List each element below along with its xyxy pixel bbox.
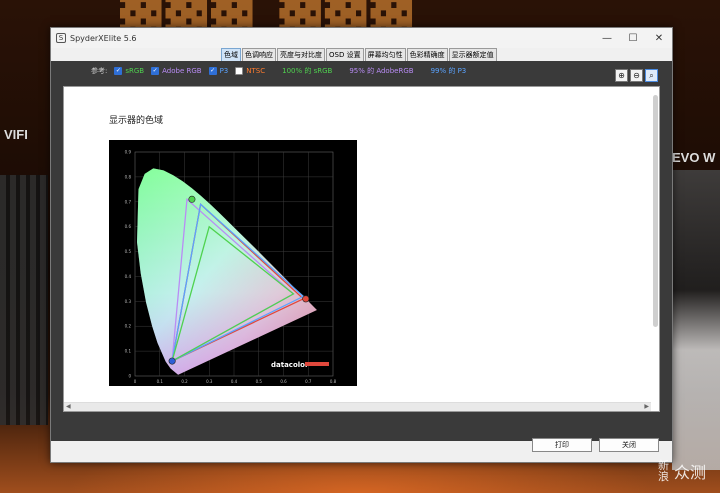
watermark: 新浪 众测 bbox=[658, 459, 706, 483]
coverage-stat-2: 99% 的 P3 bbox=[430, 67, 467, 75]
y-tick-label: 0.6 bbox=[125, 224, 132, 229]
print-button[interactable]: 打印 bbox=[532, 438, 592, 452]
close-button[interactable]: 关闭 bbox=[599, 438, 659, 452]
x-tick-label: 0 bbox=[134, 379, 137, 384]
panel-title: 显示器的色域 bbox=[109, 116, 164, 126]
minimize-button[interactable]: — bbox=[594, 28, 620, 48]
reference-label-0: sRGB bbox=[125, 67, 145, 75]
zoom-in-button[interactable]: ⊕ bbox=[615, 69, 628, 82]
y-tick-label: 0.5 bbox=[125, 249, 132, 254]
x-tick-label: 0.2 bbox=[181, 379, 188, 384]
gamut-chart: 0 0.1 0.2 0.3 0.4 0.5 0.6 0.7 0.8 0 0.1 0.2 0.3 0.4 0.… bbox=[109, 140, 357, 386]
x-tick-label: 0.7 bbox=[305, 379, 312, 384]
y-tick-label: 0.3 bbox=[125, 299, 132, 304]
primary-marker-0 bbox=[302, 295, 310, 303]
motherboard-right bbox=[672, 170, 720, 470]
vertical-scrollbar[interactable] bbox=[651, 87, 659, 403]
x-tick-label: 0.3 bbox=[206, 379, 213, 384]
window-title: SpyderXElite 5.6 bbox=[70, 33, 137, 43]
coverage-stat-0: 100% 的 sRGB bbox=[282, 67, 333, 75]
x-tick-label: 0.8 bbox=[330, 379, 337, 384]
minimize-icon: — bbox=[602, 32, 612, 44]
title-bar[interactable]: S SpyderXElite 5.6 — ☐ ✕ bbox=[51, 28, 672, 48]
primary-marker-2 bbox=[168, 357, 176, 365]
y-tick-label: 0.8 bbox=[125, 174, 132, 179]
reference-checkbox-2[interactable]: ✓ bbox=[208, 67, 217, 75]
x-tick-label: 0.6 bbox=[280, 379, 287, 384]
y-tick-label: 0 bbox=[128, 374, 131, 379]
y-tick-label: 0.4 bbox=[125, 274, 132, 279]
x-tick-label: 0.5 bbox=[256, 379, 263, 384]
y-tick-label: 0.7 bbox=[125, 199, 132, 204]
reference-label-3: NTSC bbox=[246, 67, 266, 75]
scroll-left-icon[interactable]: ◀ bbox=[66, 403, 71, 411]
close-window-button[interactable]: ✕ bbox=[646, 28, 672, 48]
y-tick-label: 0.2 bbox=[125, 324, 132, 329]
reference-checkbox-1[interactable]: ✓ bbox=[151, 67, 160, 75]
watermark-text: 众测 bbox=[673, 463, 706, 482]
tab-0[interactable]: 色域 bbox=[221, 48, 241, 61]
maximize-button[interactable]: ☐ bbox=[620, 28, 646, 48]
reference-label-1: Adobe RGB bbox=[162, 67, 202, 75]
reference-label: 参考: bbox=[91, 67, 108, 75]
horizontal-scrollbar[interactable]: ◀ ▶ bbox=[64, 402, 651, 411]
reference-label-2: P3 bbox=[219, 67, 229, 75]
spectral-locus-overlay bbox=[137, 168, 317, 375]
primary-marker-1 bbox=[188, 195, 196, 203]
tab-6[interactable]: 显示器额定值 bbox=[448, 48, 497, 61]
tab-1[interactable]: 色调响应 bbox=[242, 48, 276, 61]
chart-brand-bar bbox=[305, 362, 329, 366]
zoom-out-button[interactable]: ⊖ bbox=[630, 69, 643, 82]
motherboard-left bbox=[0, 175, 48, 425]
zoom-in-icon: ⊕ bbox=[618, 71, 625, 80]
chart-brand: datacolor bbox=[271, 361, 309, 369]
background-label-right: EVO W bbox=[672, 150, 716, 165]
zoom-fit-icon: ⌕ bbox=[649, 70, 654, 80]
reference-checkbox-3[interactable] bbox=[235, 67, 244, 75]
zoom-fit-button[interactable]: ⌕ bbox=[645, 69, 658, 82]
background-label-left: VIFI bbox=[4, 127, 28, 142]
watermark-stack: 新浪 bbox=[657, 459, 669, 483]
app-window: S SpyderXElite 5.6 — ☐ ✕ 色域 色调响应 亮度与对比度 OSD… bbox=[50, 27, 673, 463]
gamut-panel: 显示器的色域 0 0.1 0.2 0.3 0.4 0.5 0.6 0.7 0.8… bbox=[63, 86, 660, 412]
close-icon: ✕ bbox=[654, 32, 664, 44]
zoom-tools: ⊕ ⊖ ⌕ bbox=[615, 69, 658, 82]
tab-5[interactable]: 色彩精确度 bbox=[406, 48, 448, 61]
vertical-scroll-thumb[interactable] bbox=[653, 95, 658, 327]
maximize-icon: ☐ bbox=[628, 32, 638, 44]
reference-bar: 参考: ✓ sRGB ✓ Adobe RGB ✓ P3 NTSC 100% 的 sRGB 95%… bbox=[91, 64, 466, 78]
scroll-right-icon[interactable]: ▶ bbox=[644, 403, 649, 411]
tab-2[interactable]: 亮度与对比度 bbox=[277, 48, 325, 61]
coverage-stat-1: 95% 的 AdobeRGB bbox=[349, 67, 414, 75]
zoom-out-icon: ⊖ bbox=[633, 71, 640, 80]
x-tick-label: 0.4 bbox=[231, 379, 238, 384]
tab-bar: 色域 色调响应 亮度与对比度 OSD 设置 屏幕均匀性 色彩精确度 显示器额定值 bbox=[221, 48, 498, 61]
tab-4[interactable]: 屏幕均匀性 bbox=[364, 48, 406, 61]
tab-3[interactable]: OSD 设置 bbox=[326, 48, 364, 61]
reference-checkbox-0[interactable]: ✓ bbox=[114, 67, 123, 75]
y-tick-label: 0.1 bbox=[125, 349, 132, 354]
app-icon: S bbox=[56, 33, 66, 43]
x-tick-label: 0.1 bbox=[157, 379, 164, 384]
y-tick-label: 0.9 bbox=[125, 150, 132, 155]
